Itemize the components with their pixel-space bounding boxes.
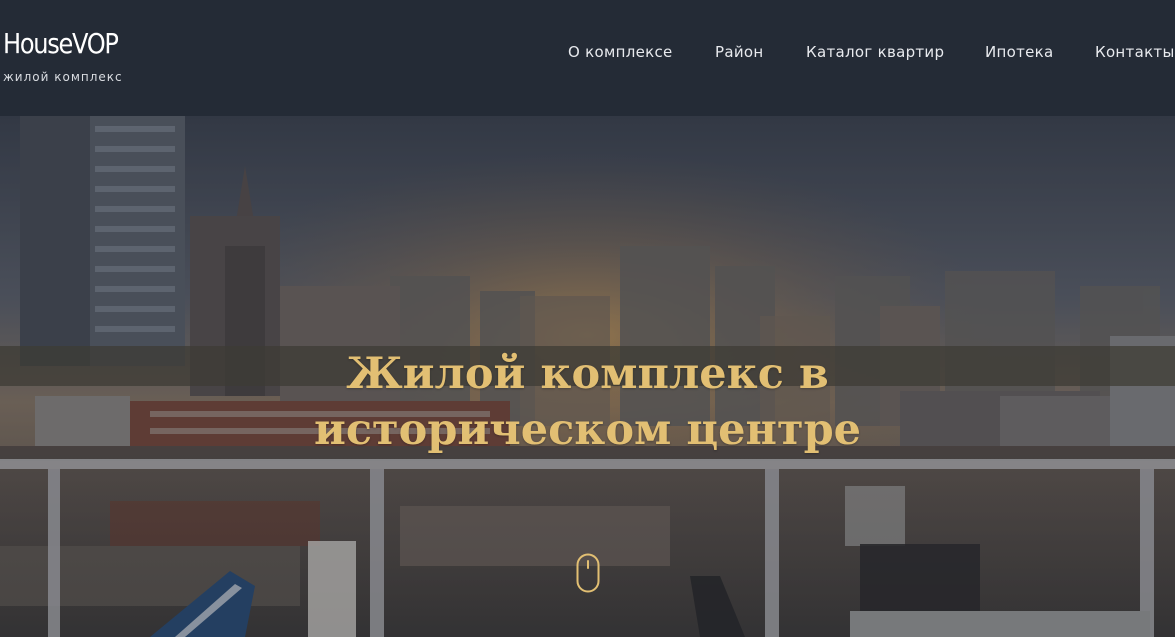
- nav-item-district[interactable]: Район: [715, 43, 763, 61]
- nav-item-contacts[interactable]: Контакты: [1095, 43, 1175, 61]
- mouse-scroll-icon[interactable]: [576, 553, 600, 593]
- nav-item-catalog[interactable]: Каталог квартир: [806, 43, 944, 61]
- hero-title: Жилой комплекс в историческом центре: [0, 346, 1175, 458]
- hero-section: Жилой комплекс в историческом центре: [0, 116, 1175, 637]
- main-nav: О комплексе Район Каталог квартир Ипотек…: [0, 43, 1175, 63]
- logo-subtitle: жилой комплекс: [3, 70, 123, 84]
- site-header: HouseVOP жилой комплекс О комплексе Райо…: [0, 0, 1175, 116]
- nav-item-about[interactable]: О комплексе: [568, 43, 673, 61]
- hero-title-line-1: Жилой комплекс в: [346, 349, 829, 399]
- hero-title-line-2: историческом центре: [313, 405, 862, 455]
- nav-item-mortgage[interactable]: Ипотека: [985, 43, 1054, 61]
